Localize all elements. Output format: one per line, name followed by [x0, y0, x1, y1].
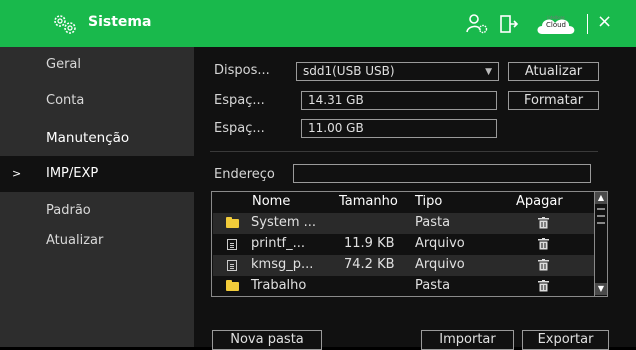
- column-header-type[interactable]: Tipo: [415, 194, 442, 209]
- refresh-button[interactable]: Atualizar: [508, 62, 599, 81]
- sidebar-item-label: IMP/EXP: [46, 166, 99, 181]
- column-header-name[interactable]: Nome: [252, 194, 290, 209]
- file-icon: [227, 260, 237, 271]
- page-title: Sistema: [88, 14, 152, 30]
- file-name: printf_...: [251, 236, 306, 251]
- format-button[interactable]: Formatar: [508, 91, 599, 110]
- file-type: Pasta: [415, 215, 451, 230]
- divider: [210, 151, 598, 152]
- column-header-size[interactable]: Tamanho: [339, 194, 398, 209]
- table-row[interactable]: printf_... 11.9 KB Arquivo: [213, 234, 594, 255]
- title-bar: Sistema intelbras Cloud ×: [0, 0, 636, 47]
- vertical-scrollbar[interactable]: ▲ ▼: [594, 192, 607, 296]
- file-size: 74.2 KB: [344, 257, 395, 272]
- export-button[interactable]: Exportar: [522, 330, 609, 350]
- close-icon[interactable]: ×: [597, 11, 612, 32]
- file-size: 11.9 KB: [344, 236, 395, 251]
- cloud-label: Cloud: [546, 21, 566, 29]
- file-name: kmsg_p...: [251, 257, 314, 272]
- new-folder-button[interactable]: Nova pasta: [212, 330, 322, 350]
- table-header: Nome Tamanho Tipo Apagar: [212, 192, 594, 212]
- free-space-label: Espaç...: [214, 121, 265, 136]
- folder-icon: [226, 280, 239, 291]
- gears-icon: [54, 15, 76, 34]
- file-name: System ...: [251, 215, 317, 230]
- address-label: Endereço: [214, 167, 275, 182]
- address-field[interactable]: [293, 164, 591, 183]
- trash-icon[interactable]: [538, 259, 549, 271]
- trash-icon[interactable]: [538, 280, 549, 292]
- table-row[interactable]: System ... Pasta: [213, 213, 594, 234]
- total-space-label: Espaç...: [214, 93, 265, 108]
- trash-icon[interactable]: [538, 238, 549, 250]
- active-marker-icon: >: [12, 167, 22, 180]
- chevron-down-icon: ▼: [485, 67, 492, 77]
- table-row[interactable]: kmsg_p... 74.2 KB Arquivo: [213, 255, 594, 276]
- cloud-brand: intelbras: [547, 15, 565, 20]
- file-type: Pasta: [415, 278, 451, 293]
- trash-icon[interactable]: [538, 217, 549, 229]
- import-button[interactable]: Importar: [421, 330, 514, 350]
- device-select[interactable]: sdd1(USB USB) ▼: [296, 62, 499, 81]
- sidebar: Geral Conta Manutenção > IMP/EXP Padrão …: [0, 47, 194, 347]
- sidebar-item-imp-exp[interactable]: > IMP/EXP: [0, 156, 194, 192]
- device-select-value: sdd1(USB USB): [303, 64, 395, 78]
- folder-icon: [226, 217, 239, 228]
- sidebar-item-conta[interactable]: Conta: [0, 83, 194, 119]
- sidebar-item-geral[interactable]: Geral: [0, 47, 194, 83]
- divider: [587, 14, 588, 34]
- sidebar-item-atualizar[interactable]: Atualizar: [0, 223, 194, 259]
- device-label: Dispos...: [214, 63, 270, 78]
- scroll-thumb[interactable]: [597, 208, 605, 224]
- exit-icon[interactable]: [498, 12, 520, 36]
- file-type: Arquivo: [415, 257, 465, 272]
- column-header-delete: Apagar: [516, 194, 563, 209]
- sidebar-item-label: Padrão: [46, 203, 91, 218]
- scroll-up-icon[interactable]: ▲: [595, 192, 607, 204]
- user-settings-icon[interactable]: [464, 12, 490, 36]
- scroll-down-icon[interactable]: ▼: [595, 283, 607, 295]
- sidebar-item-label: Geral: [46, 57, 81, 72]
- sidebar-item-label: Atualizar: [46, 233, 104, 248]
- sidebar-item-label: Manutenção: [46, 130, 130, 146]
- app-window: Sistema intelbras Cloud × Geral Conta Ma…: [0, 0, 636, 350]
- file-type: Arquivo: [415, 236, 465, 251]
- file-table: Nome Tamanho Tipo Apagar System ... Past…: [211, 191, 608, 297]
- sidebar-item-manutencao[interactable]: Manutenção: [0, 120, 194, 156]
- file-name: Trabalho: [251, 278, 307, 293]
- free-space-field: 11.00 GB: [301, 119, 497, 138]
- table-row[interactable]: Trabalho Pasta: [213, 276, 594, 297]
- sidebar-item-label: Conta: [46, 93, 85, 108]
- total-space-field: 14.31 GB: [301, 91, 497, 110]
- file-icon: [227, 239, 237, 250]
